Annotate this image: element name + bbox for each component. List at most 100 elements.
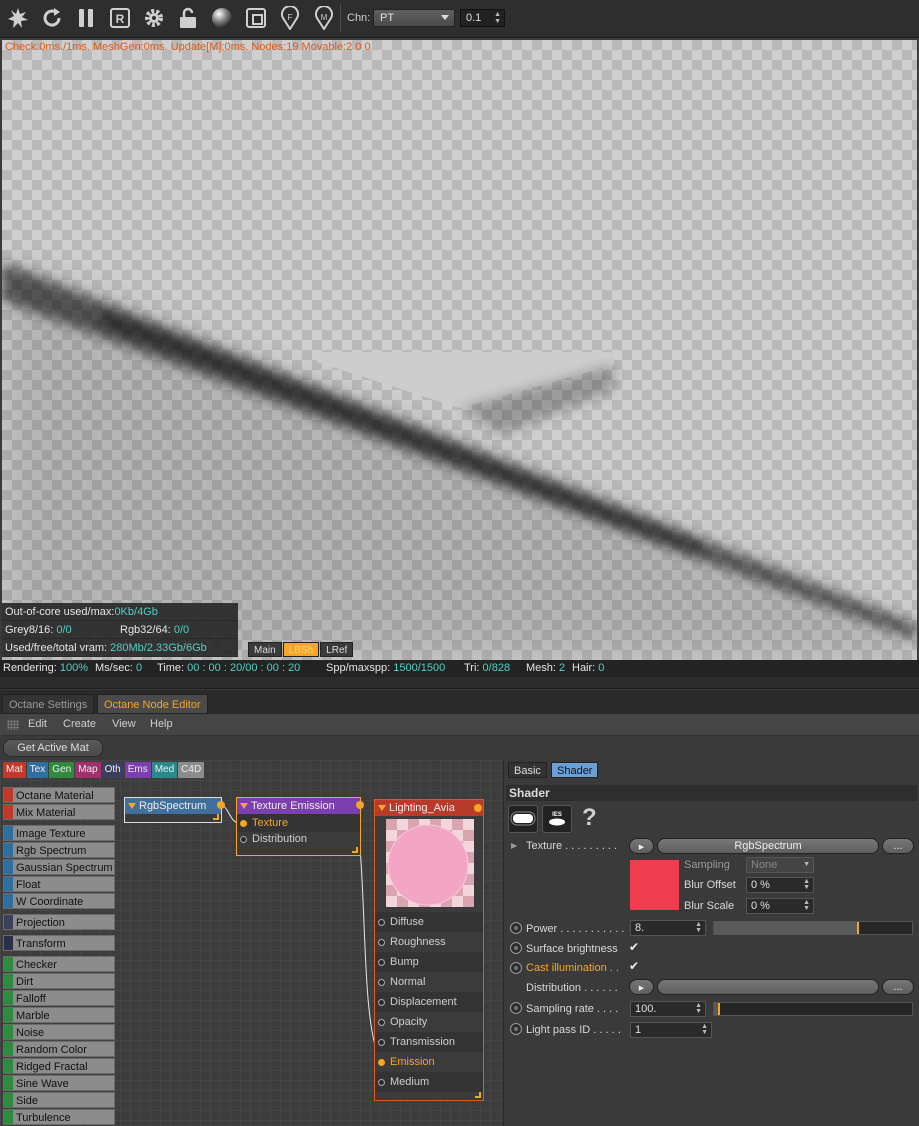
collapse-triangle-icon[interactable] [378, 805, 386, 811]
grip-handle-icon[interactable] [7, 720, 19, 730]
output-port[interactable] [356, 801, 364, 809]
render-start-icon[interactable] [4, 4, 32, 32]
node-rgb-spectrum[interactable]: RgbSpectrum [124, 797, 225, 823]
material-sphere-icon[interactable] [208, 4, 236, 32]
node-texture-emission[interactable]: Texture Emission Texture Distribution [236, 797, 364, 856]
node-header[interactable]: Lighting_Avia [375, 800, 483, 816]
tab-shader[interactable]: Shader [551, 762, 599, 778]
channel-number-field[interactable]: 0.1 ▲ ▼ [460, 9, 505, 27]
color-swatch[interactable] [630, 860, 679, 910]
pin-roughness[interactable]: Roughness [375, 932, 483, 952]
pin-distribution[interactable]: Distribution [237, 832, 360, 850]
expand-triangle-icon[interactable]: ▶ [511, 841, 517, 850]
region-render-icon[interactable]: R [106, 4, 134, 32]
surface-brightness-radio[interactable] [510, 942, 522, 954]
tab-basic[interactable]: Basic [508, 762, 547, 778]
pin-dot[interactable] [378, 1019, 385, 1026]
tab-main[interactable]: Main [248, 642, 282, 657]
pin-texture[interactable]: Texture [237, 814, 360, 832]
power-slider[interactable] [713, 921, 913, 935]
tab-lbsh[interactable]: LBSh [282, 642, 320, 657]
pause-icon[interactable] [72, 4, 100, 32]
restart-icon[interactable] [38, 4, 66, 32]
spinner-icon[interactable]: ▲ ▼ [803, 899, 810, 912]
distribution-expand-button[interactable]: ▶ [629, 979, 654, 995]
surface-brightness-checkbox[interactable]: ✔ [629, 940, 639, 954]
pin-diffuse[interactable]: Diffuse [375, 912, 483, 932]
slider-handle[interactable] [856, 922, 859, 934]
menu-edit[interactable]: Edit [28, 718, 47, 730]
focus-pin-icon[interactable]: F [276, 4, 304, 32]
settings-gear-icon[interactable] [140, 4, 168, 32]
resize-handle-icon[interactable] [475, 1092, 481, 1098]
light-pass-id-radio[interactable] [510, 1023, 522, 1035]
pin-dot[interactable] [378, 979, 385, 986]
light-pass-id-field[interactable]: 1 ▲ ▼ [630, 1022, 712, 1038]
power-field[interactable]: 8. ▲ ▼ [630, 920, 706, 936]
render-viewport[interactable]: Check:0ms./1ms. MeshGen:0ms. Update[M]:0… [2, 40, 917, 660]
output-port[interactable] [474, 804, 482, 812]
resize-handle-icon[interactable] [352, 847, 358, 853]
menu-help[interactable]: Help [150, 718, 173, 730]
help-icon[interactable]: ? [582, 804, 597, 832]
tab-lref[interactable]: LRef [320, 642, 354, 657]
blur-offset-field[interactable]: 0 % ▲ ▼ [746, 877, 814, 893]
pin-dot[interactable] [378, 959, 385, 966]
resize-handle-icon[interactable] [213, 814, 219, 820]
sampling-rate-field[interactable]: 100. ▲ ▼ [630, 1001, 706, 1017]
pin-transmission[interactable]: Transmission [375, 1032, 483, 1052]
channel-select[interactable]: PT [373, 9, 455, 27]
texture-link-button[interactable]: RgbSpectrum [657, 838, 879, 854]
pin-dot[interactable] [378, 1059, 385, 1066]
tab-octane-node-editor[interactable]: Octane Node Editor [97, 694, 208, 714]
node-lighting-avia[interactable]: Lighting_Avia Diffuse Roughness Bump Nor… [374, 799, 484, 1101]
sampling-rate-slider[interactable] [713, 1002, 913, 1016]
spinner-icon[interactable]: ▲ ▼ [803, 878, 810, 891]
pin-displacement[interactable]: Displacement [375, 992, 483, 1012]
ies-light-button[interactable]: IES [542, 805, 572, 833]
texture-expand-button[interactable]: ▶ [629, 838, 654, 854]
spinner-icon[interactable]: ▲ ▼ [695, 921, 702, 934]
sampling-select[interactable]: None ▼ [746, 857, 814, 873]
region-box-icon[interactable] [242, 4, 270, 32]
pin-dot[interactable] [378, 1079, 385, 1086]
menu-create[interactable]: Create [63, 718, 96, 730]
node-header[interactable]: RgbSpectrum [125, 798, 221, 814]
spinner-icon[interactable]: ▲ ▼ [695, 1002, 702, 1015]
tab-octane-settings[interactable]: Octane Settings [2, 694, 95, 714]
collapse-triangle-icon[interactable] [128, 803, 136, 809]
pin-opacity[interactable]: Opacity [375, 1012, 483, 1032]
pin-normal[interactable]: Normal [375, 972, 483, 992]
texture-more-button[interactable]: ... [882, 838, 914, 854]
pin-bump[interactable]: Bump [375, 952, 483, 972]
spinner-icon[interactable]: ▲ ▼ [701, 1023, 708, 1036]
area-light-button[interactable] [508, 805, 538, 833]
get-active-mat-button[interactable]: Get Active Mat [3, 739, 103, 757]
menu-view[interactable]: View [112, 718, 136, 730]
pin-emission[interactable]: Emission [375, 1052, 483, 1072]
cast-illumination-radio[interactable] [510, 962, 522, 974]
power-animate-radio[interactable] [510, 922, 522, 934]
pin-dot[interactable] [378, 939, 385, 946]
distribution-more-button[interactable]: ... [882, 979, 914, 995]
sampling-rate-radio[interactable] [510, 1002, 522, 1014]
distribution-link-button[interactable] [657, 979, 879, 995]
slider-handle[interactable] [717, 1003, 720, 1015]
lock-icon[interactable] [174, 4, 202, 32]
collapse-triangle-icon[interactable] [240, 803, 248, 809]
cast-illumination-checkbox[interactable]: ✔ [629, 959, 639, 973]
pin-dot[interactable] [378, 999, 385, 1006]
divider-strip[interactable] [0, 677, 919, 689]
tri-label: Tri: [464, 662, 480, 674]
pin-dot[interactable] [240, 836, 247, 843]
pin-dot[interactable] [378, 919, 385, 926]
node-header[interactable]: Texture Emission [237, 798, 360, 814]
pin-dot[interactable] [378, 1039, 385, 1046]
spinner-icon[interactable]: ▲ ▼ [494, 11, 501, 25]
pin-dot[interactable] [240, 820, 247, 827]
pin-medium[interactable]: Medium [375, 1072, 483, 1092]
blur-scale-field[interactable]: 0 % ▲ ▼ [746, 898, 814, 914]
blur-offset-value: 0 % [751, 879, 770, 891]
output-port[interactable] [217, 801, 225, 809]
material-pin-icon[interactable]: M [310, 4, 338, 32]
